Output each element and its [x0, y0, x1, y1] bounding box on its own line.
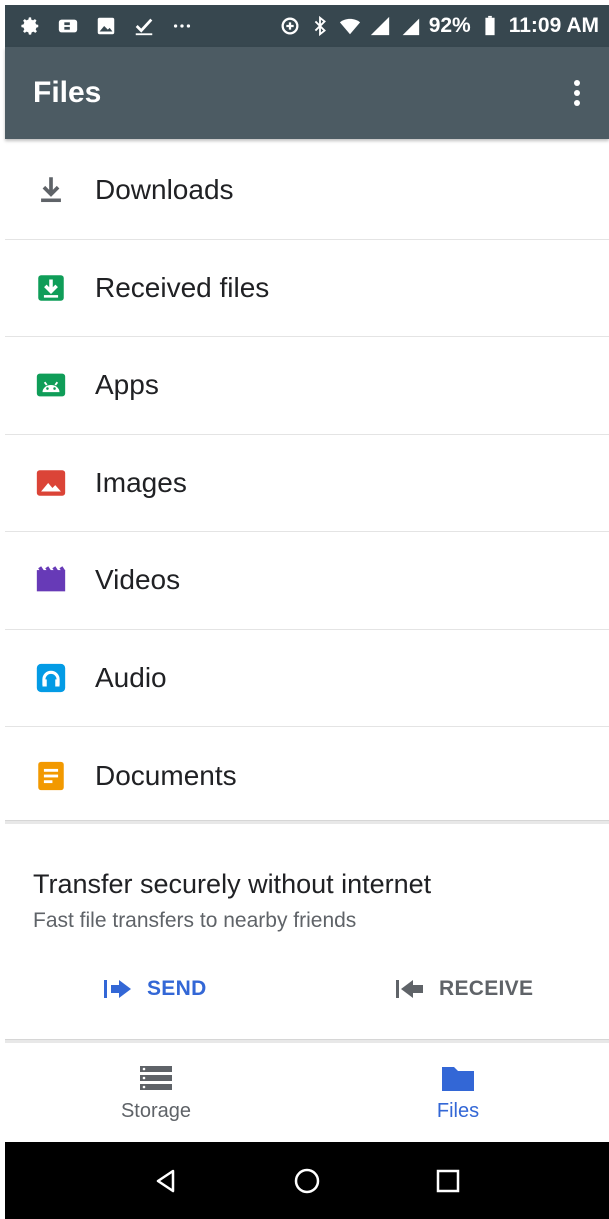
image-icon: [95, 15, 117, 37]
download-icon: [33, 172, 69, 208]
transfer-card: Transfer securely without internet Fast …: [5, 825, 609, 1039]
battery-percent: 92%: [428, 14, 471, 37]
screen: 92% 11:09 AM Files Downloads Received fi…: [0, 0, 609, 1219]
list-item-label: Videos: [95, 564, 181, 596]
wifi-icon: [339, 15, 361, 37]
list-item-apps[interactable]: Apps: [5, 337, 609, 435]
checkmark-icon: [133, 15, 155, 37]
list-item-label: Apps: [95, 369, 159, 401]
nav-label: Storage: [120, 1100, 192, 1122]
back-icon[interactable]: [146, 1161, 186, 1201]
recents-icon[interactable]: [428, 1161, 468, 1201]
clock: 11:09 AM: [508, 14, 599, 37]
nav-item-files[interactable]: Files: [307, 1043, 609, 1142]
video-icon: [33, 562, 69, 598]
list-item-videos[interactable]: Videos: [5, 532, 609, 630]
data-saver-icon: [279, 15, 301, 37]
list-item-label: Received files: [95, 271, 270, 303]
battery-icon: [479, 15, 501, 37]
list-item-images[interactable]: Images: [5, 435, 609, 532]
divider: [5, 820, 609, 824]
list-item-label: Downloads: [95, 174, 234, 206]
list-item-received-files[interactable]: Received files: [5, 240, 609, 337]
home-icon[interactable]: [287, 1161, 327, 1201]
settings-icon: [19, 15, 41, 37]
status-bar: 92% 11:09 AM: [5, 5, 609, 47]
receive-label: RECEIVE: [439, 977, 534, 1000]
signal-icon-2: [399, 15, 421, 37]
list-item-audio[interactable]: Audio: [5, 630, 609, 727]
storage-icon: [140, 1066, 172, 1090]
android-icon: [33, 367, 69, 403]
image-icon: [33, 465, 69, 501]
list-item-label: Documents: [95, 759, 237, 791]
transfer-title: Transfer securely without internet: [33, 869, 432, 899]
more-dots-icon: [171, 15, 193, 37]
send-label: SEND: [147, 977, 207, 1000]
headphones-icon: [33, 660, 69, 696]
receive-icon: [396, 980, 423, 998]
list-item-downloads[interactable]: Downloads: [5, 142, 609, 240]
receive-button[interactable]: RECEIVE: [395, 977, 533, 1001]
bottom-navigation: Storage Files: [5, 1043, 609, 1142]
list-item-label: Images: [95, 466, 187, 498]
folder-icon: [442, 1067, 474, 1091]
page-title: Files: [33, 76, 102, 109]
nav-item-storage[interactable]: Storage: [5, 1043, 307, 1142]
bluetooth-icon: [309, 15, 331, 37]
send-button[interactable]: SEND: [103, 977, 207, 1001]
nav-label: Files: [436, 1100, 480, 1122]
more-vert-icon[interactable]: [557, 63, 597, 123]
status-left-icons: [5, 15, 193, 37]
document-icon: [33, 758, 69, 794]
transfer-subtitle: Fast file transfers to nearby friends: [33, 909, 357, 932]
list-item-label: Audio: [95, 661, 167, 693]
app-bar: Files: [5, 47, 609, 139]
category-list: Downloads Received files Apps Images Vid…: [5, 142, 609, 825]
bbm-icon: [57, 15, 79, 37]
list-item-documents[interactable]: Documents: [5, 727, 609, 825]
send-icon: [104, 980, 131, 998]
system-navigation-bar: [5, 1142, 609, 1219]
status-right-icons: 92% 11:09 AM: [279, 14, 609, 38]
signal-icon: [369, 15, 391, 37]
received-files-icon: [33, 270, 69, 306]
